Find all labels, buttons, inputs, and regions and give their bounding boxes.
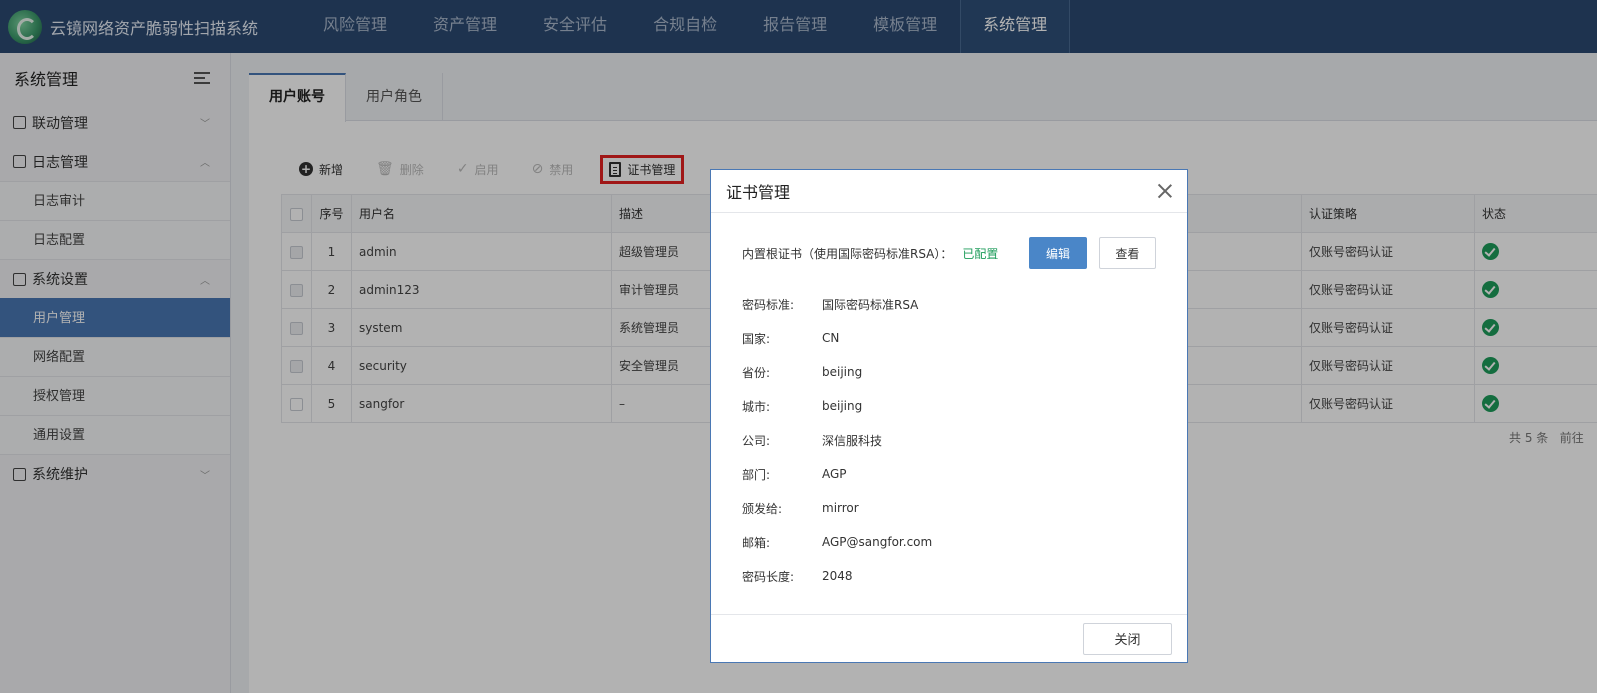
cert-field-value: CN	[822, 331, 840, 345]
cert-field-key: 密码标准:	[742, 297, 795, 312]
cert-field-key: 国家:	[742, 331, 771, 346]
cert-field-row: 国家: CN	[742, 321, 1156, 355]
cert-field-row: 密码长度: 2048	[742, 559, 1156, 593]
close-icon[interactable]	[1158, 184, 1172, 198]
cert-field-value: beijing	[822, 399, 863, 413]
cert-field-key: 城市:	[742, 399, 771, 414]
modal-title: 证书管理	[726, 183, 791, 202]
cert-field-key: 颁发给:	[742, 501, 783, 516]
cert-field-row: 部门: AGP	[742, 457, 1156, 491]
cert-field-value: 深信服科技	[822, 433, 883, 448]
cert-field-value: 国际密码标准RSA	[822, 297, 919, 312]
modal-header: 证书管理	[711, 170, 1187, 213]
cert-field-row: 密码标准: 国际密码标准RSA	[742, 287, 1156, 321]
view-button[interactable]: 查看	[1098, 237, 1156, 269]
cert-field-key: 省份:	[742, 365, 771, 380]
cert-field-value: mirror	[822, 501, 859, 515]
cert-field-value: 2048	[822, 569, 853, 583]
cert-field-key: 邮箱:	[742, 535, 771, 550]
cert-field-value: AGP	[822, 467, 847, 481]
modal-body: 内置根证书（使用国际密码标准RSA）： 已配置 编辑 查看 密码标准: 国际密码标…	[711, 213, 1187, 593]
root-cert-label: 内置根证书（使用国际密码标准RSA）：	[742, 246, 953, 261]
cert-field-value: AGP@sangfor.com	[822, 535, 933, 549]
cert-field-key: 公司:	[742, 433, 771, 448]
close-button[interactable]: 关闭	[1083, 622, 1172, 655]
root-cert-row: 内置根证书（使用国际密码标准RSA）： 已配置 编辑 查看	[742, 213, 1156, 293]
cert-field-row: 城市: beijing	[742, 389, 1156, 423]
cert-field-value: beijing	[822, 365, 863, 379]
cert-field-row: 邮箱: AGP@sangfor.com	[742, 525, 1156, 559]
modal-footer: 关闭	[711, 614, 1187, 662]
edit-button[interactable]: 编辑	[1029, 237, 1087, 269]
cert-field-key: 密码长度:	[742, 569, 795, 584]
cert-field-row: 颁发给: mirror	[742, 491, 1156, 525]
cert-modal: 证书管理 内置根证书（使用国际密码标准RSA）： 已配置 编辑 查看 密码标准:…	[710, 169, 1188, 663]
cert-field-row: 省份: beijing	[742, 355, 1156, 389]
root-cert-status: 已配置	[962, 246, 999, 261]
cert-field-key: 部门:	[742, 467, 771, 482]
cert-field-row: 公司: 深信服科技	[742, 423, 1156, 457]
